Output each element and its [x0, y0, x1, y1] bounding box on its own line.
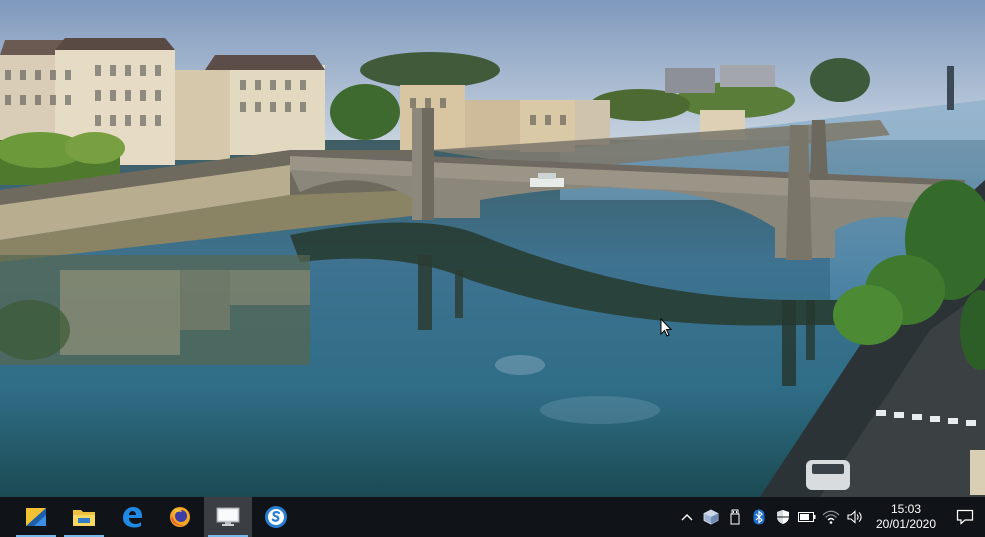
taskbar-firefox-button[interactable]	[156, 497, 204, 537]
taskbar-sticky-notes-button[interactable]	[12, 497, 60, 537]
taskbar: 15:03 20/01/2020	[0, 497, 985, 537]
taskbar-file-explorer-button[interactable]	[60, 497, 108, 537]
mouse-pointer-icon	[660, 318, 673, 337]
tray-usb-button[interactable]	[723, 497, 747, 537]
bluetooth-icon	[753, 509, 765, 525]
shield-icon	[777, 510, 789, 524]
cube-icon	[703, 509, 719, 525]
wallpaper-image	[0, 0, 985, 497]
taskbar-edge-button[interactable]	[108, 497, 156, 537]
clock-time: 15:03	[890, 502, 922, 516]
battery-icon	[798, 512, 816, 522]
taskbar-clock[interactable]: 15:03 20/01/2020	[871, 502, 941, 532]
taskbar-remote-desktop-button[interactable]	[204, 497, 252, 537]
tray-battery-button[interactable]	[795, 497, 819, 537]
tray-network-button[interactable]	[819, 497, 843, 537]
clock-date: 20/01/2020	[875, 517, 937, 531]
notification-icon	[956, 509, 974, 525]
sticky-notes-icon	[26, 508, 46, 526]
tray-volume-button[interactable]	[843, 497, 867, 537]
speaker-icon	[847, 510, 862, 524]
usb-drive-icon	[730, 509, 740, 525]
s-circle-icon	[265, 506, 287, 528]
wifi-icon	[822, 510, 840, 524]
firefox-icon	[170, 507, 190, 527]
monitor-icon	[216, 507, 240, 526]
pinned-apps	[12, 497, 300, 537]
folder-icon	[73, 510, 95, 526]
tray-bluetooth-button[interactable]	[747, 497, 771, 537]
action-center-button[interactable]	[945, 497, 985, 537]
chevron-up-icon	[681, 514, 693, 521]
taskbar-blue-s-app-button[interactable]	[252, 497, 300, 537]
tray-virtualbox-button[interactable]	[699, 497, 723, 537]
tray-security-button[interactable]	[771, 497, 795, 537]
show-hidden-icons-button[interactable]	[675, 497, 699, 537]
desktop-wallpaper	[0, 0, 985, 497]
system-tray: 15:03 20/01/2020	[675, 497, 985, 537]
edge-icon	[123, 507, 142, 528]
